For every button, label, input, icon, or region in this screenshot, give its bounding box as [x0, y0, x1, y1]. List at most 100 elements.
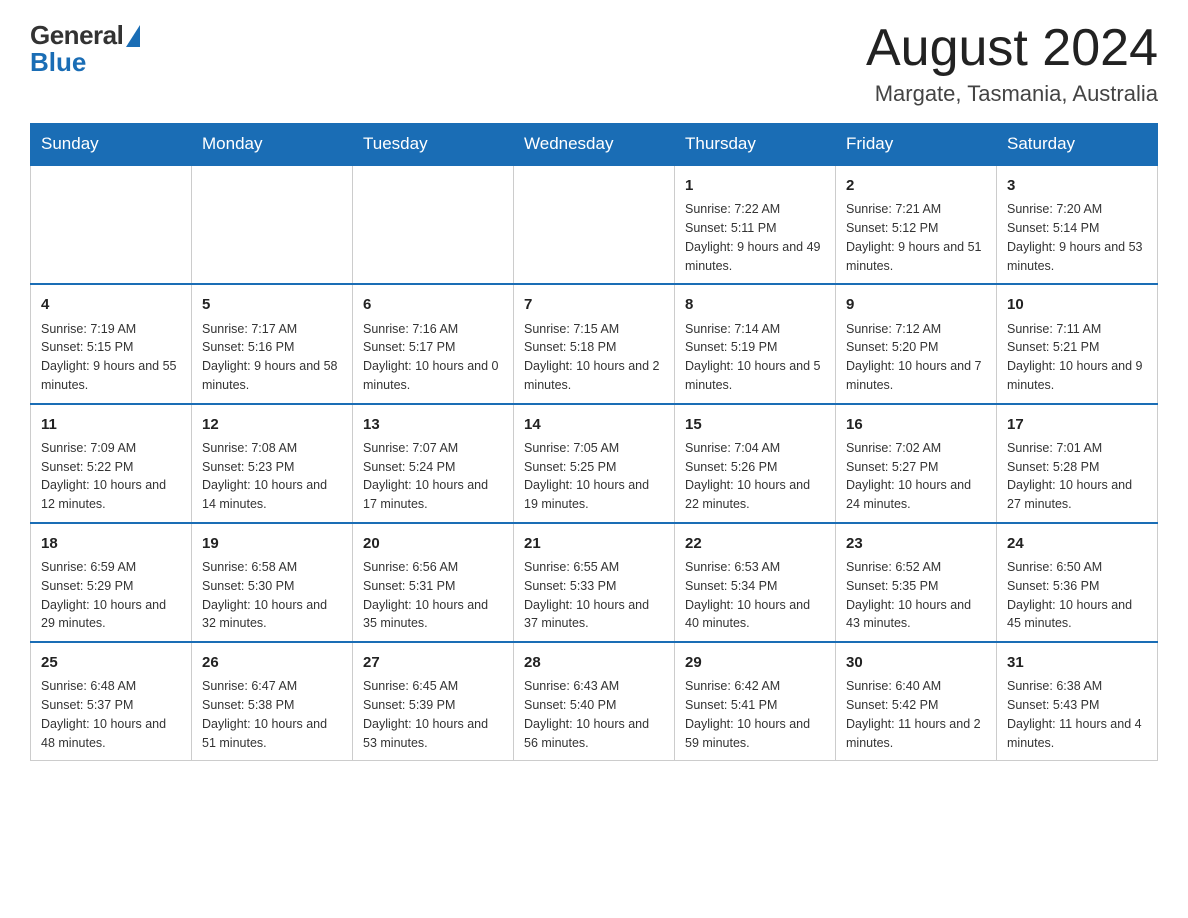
title-area: August 2024 Margate, Tasmania, Australia	[866, 20, 1158, 107]
calendar-cell: 6 Sunrise: 7:16 AM Sunset: 5:17 PM Daylig…	[353, 284, 514, 403]
calendar-cell: 16Sunrise: 7:02 AM Sunset: 5:27 PM Dayli…	[836, 404, 997, 523]
calendar-cell: 23 Sunrise: 6:52 AM Sunset: 5:35 PM Dayli…	[836, 523, 997, 642]
day-number: 29	[685, 651, 825, 674]
day-info: Sunrise: 6:42 AM Sunset: 5:41 PM Dayligh…	[685, 677, 825, 752]
calendar-cell: 27Sunrise: 6:45 AM Sunset: 5:39 PM Dayli…	[353, 642, 514, 761]
calendar-table: SundayMondayTuesdayWednesdayThursdayFrid…	[30, 123, 1158, 761]
calendar-cell: 21 Sunrise: 6:55 AM Sunset: 5:33 PM Dayli…	[514, 523, 675, 642]
day-number: 18	[41, 532, 181, 555]
day-info: Sunrise: 7:19 AM Sunset: 5:15 PM Dayligh…	[41, 320, 181, 395]
day-number: 16	[846, 413, 986, 436]
day-info: Sunrise: 6:52 AM Sunset: 5:35 PM Dayligh…	[846, 558, 986, 633]
calendar-cell: 2Sunrise: 7:21 AM Sunset: 5:12 PM Daylig…	[836, 165, 997, 284]
day-number: 17	[1007, 413, 1147, 436]
day-number: 11	[41, 413, 181, 436]
day-number: 28	[524, 651, 664, 674]
day-number: 13	[363, 413, 503, 436]
day-info: Sunrise: 7:12 AM Sunset: 5:20 PM Dayligh…	[846, 320, 986, 395]
day-info: Sunrise: 6:58 AM Sunset: 5:30 PM Dayligh…	[202, 558, 342, 633]
calendar-cell: 12 Sunrise: 7:08 AM Sunset: 5:23 PM Dayli…	[192, 404, 353, 523]
calendar-cell: 17 Sunrise: 7:01 AM Sunset: 5:28 PM Dayli…	[997, 404, 1158, 523]
day-number: 7	[524, 293, 664, 316]
day-info: Sunrise: 6:59 AM Sunset: 5:29 PM Dayligh…	[41, 558, 181, 633]
day-info: Sunrise: 6:48 AM Sunset: 5:37 PM Dayligh…	[41, 677, 181, 752]
day-info: Sunrise: 6:56 AM Sunset: 5:31 PM Dayligh…	[363, 558, 503, 633]
day-number: 4	[41, 293, 181, 316]
header-day-wednesday: Wednesday	[514, 124, 675, 166]
calendar-cell	[192, 165, 353, 284]
calendar-cell: 29 Sunrise: 6:42 AM Sunset: 5:41 PM Dayli…	[675, 642, 836, 761]
day-info: Sunrise: 6:43 AM Sunset: 5:40 PM Dayligh…	[524, 677, 664, 752]
day-info: Sunrise: 7:09 AM Sunset: 5:22 PM Dayligh…	[41, 439, 181, 514]
day-number: 26	[202, 651, 342, 674]
day-info: Sunrise: 7:17 AM Sunset: 5:16 PM Dayligh…	[202, 320, 342, 395]
day-number: 15	[685, 413, 825, 436]
day-info: Sunrise: 7:21 AM Sunset: 5:12 PM Dayligh…	[846, 200, 986, 275]
day-number: 27	[363, 651, 503, 674]
calendar-week-row: 25 Sunrise: 6:48 AM Sunset: 5:37 PM Dayli…	[31, 642, 1158, 761]
day-info: Sunrise: 7:05 AM Sunset: 5:25 PM Dayligh…	[524, 439, 664, 514]
calendar-cell	[514, 165, 675, 284]
day-number: 20	[363, 532, 503, 555]
calendar-cell: 25 Sunrise: 6:48 AM Sunset: 5:37 PM Dayli…	[31, 642, 192, 761]
day-info: Sunrise: 7:20 AM Sunset: 5:14 PM Dayligh…	[1007, 200, 1147, 275]
day-info: Sunrise: 7:01 AM Sunset: 5:28 PM Dayligh…	[1007, 439, 1147, 514]
header-day-friday: Friday	[836, 124, 997, 166]
day-number: 30	[846, 651, 986, 674]
day-number: 24	[1007, 532, 1147, 555]
calendar-cell: 7 Sunrise: 7:15 AM Sunset: 5:18 PM Daylig…	[514, 284, 675, 403]
day-number: 6	[363, 293, 503, 316]
logo-blue-text: Blue	[30, 47, 86, 78]
header-day-tuesday: Tuesday	[353, 124, 514, 166]
day-info: Sunrise: 7:07 AM Sunset: 5:24 PM Dayligh…	[363, 439, 503, 514]
day-info: Sunrise: 7:22 AM Sunset: 5:11 PM Dayligh…	[685, 200, 825, 275]
calendar-cell: 1 Sunrise: 7:22 AM Sunset: 5:11 PM Daylig…	[675, 165, 836, 284]
day-info: Sunrise: 7:04 AM Sunset: 5:26 PM Dayligh…	[685, 439, 825, 514]
logo-triangle-icon	[126, 25, 140, 47]
calendar-cell: 9 Sunrise: 7:12 AM Sunset: 5:20 PM Daylig…	[836, 284, 997, 403]
day-number: 9	[846, 293, 986, 316]
calendar-cell: 5 Sunrise: 7:17 AM Sunset: 5:16 PM Daylig…	[192, 284, 353, 403]
day-number: 14	[524, 413, 664, 436]
day-info: Sunrise: 7:14 AM Sunset: 5:19 PM Dayligh…	[685, 320, 825, 395]
calendar-header-row: SundayMondayTuesdayWednesdayThursdayFrid…	[31, 124, 1158, 166]
day-info: Sunrise: 6:50 AM Sunset: 5:36 PM Dayligh…	[1007, 558, 1147, 633]
calendar-cell: 15 Sunrise: 7:04 AM Sunset: 5:26 PM Dayli…	[675, 404, 836, 523]
day-number: 3	[1007, 174, 1147, 197]
location-label: Margate, Tasmania, Australia	[866, 81, 1158, 107]
day-info: Sunrise: 7:15 AM Sunset: 5:18 PM Dayligh…	[524, 320, 664, 395]
page-header: General Blue August 2024 Margate, Tasman…	[30, 20, 1158, 107]
calendar-cell: 14 Sunrise: 7:05 AM Sunset: 5:25 PM Dayli…	[514, 404, 675, 523]
day-number: 22	[685, 532, 825, 555]
day-info: Sunrise: 7:11 AM Sunset: 5:21 PM Dayligh…	[1007, 320, 1147, 395]
calendar-week-row: 18 Sunrise: 6:59 AM Sunset: 5:29 PM Dayli…	[31, 523, 1158, 642]
calendar-cell: 26Sunrise: 6:47 AM Sunset: 5:38 PM Dayli…	[192, 642, 353, 761]
header-day-thursday: Thursday	[675, 124, 836, 166]
day-info: Sunrise: 7:08 AM Sunset: 5:23 PM Dayligh…	[202, 439, 342, 514]
calendar-week-row: 11 Sunrise: 7:09 AM Sunset: 5:22 PM Dayli…	[31, 404, 1158, 523]
calendar-cell: 28 Sunrise: 6:43 AM Sunset: 5:40 PM Dayli…	[514, 642, 675, 761]
calendar-cell: 18 Sunrise: 6:59 AM Sunset: 5:29 PM Dayli…	[31, 523, 192, 642]
day-number: 25	[41, 651, 181, 674]
day-number: 5	[202, 293, 342, 316]
day-info: Sunrise: 6:55 AM Sunset: 5:33 PM Dayligh…	[524, 558, 664, 633]
day-number: 31	[1007, 651, 1147, 674]
header-day-sunday: Sunday	[31, 124, 192, 166]
calendar-cell: 30Sunrise: 6:40 AM Sunset: 5:42 PM Dayli…	[836, 642, 997, 761]
header-day-saturday: Saturday	[997, 124, 1158, 166]
day-info: Sunrise: 7:16 AM Sunset: 5:17 PM Dayligh…	[363, 320, 503, 395]
calendar-cell: 24 Sunrise: 6:50 AM Sunset: 5:36 PM Dayli…	[997, 523, 1158, 642]
calendar-cell: 19Sunrise: 6:58 AM Sunset: 5:30 PM Dayli…	[192, 523, 353, 642]
day-number: 12	[202, 413, 342, 436]
calendar-cell: 31Sunrise: 6:38 AM Sunset: 5:43 PM Dayli…	[997, 642, 1158, 761]
calendar-cell: 8Sunrise: 7:14 AM Sunset: 5:19 PM Daylig…	[675, 284, 836, 403]
calendar-cell: 20 Sunrise: 6:56 AM Sunset: 5:31 PM Dayli…	[353, 523, 514, 642]
day-number: 21	[524, 532, 664, 555]
calendar-cell: 22Sunrise: 6:53 AM Sunset: 5:34 PM Dayli…	[675, 523, 836, 642]
calendar-cell: 3 Sunrise: 7:20 AM Sunset: 5:14 PM Daylig…	[997, 165, 1158, 284]
calendar-week-row: 1 Sunrise: 7:22 AM Sunset: 5:11 PM Daylig…	[31, 165, 1158, 284]
calendar-week-row: 4 Sunrise: 7:19 AM Sunset: 5:15 PM Daylig…	[31, 284, 1158, 403]
day-number: 23	[846, 532, 986, 555]
header-day-monday: Monday	[192, 124, 353, 166]
day-number: 1	[685, 174, 825, 197]
